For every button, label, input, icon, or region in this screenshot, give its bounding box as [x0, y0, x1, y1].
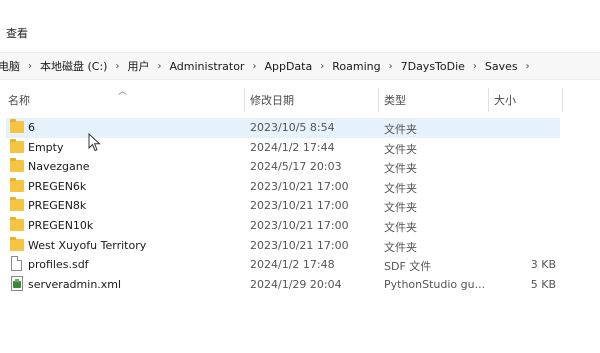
xml-icon — [11, 275, 23, 291]
breadcrumb-item[interactable]: 7DaysToDie — [399, 60, 467, 73]
menu-view[interactable]: 查看 — [6, 25, 28, 41]
breadcrumb-item[interactable]: 本地磁盘 (C:) — [38, 58, 109, 74]
menu-bar: 查看 — [0, 0, 600, 48]
file-date: 2024/1/29 20:04 — [250, 277, 342, 291]
column-size[interactable]: 大小 — [494, 92, 516, 108]
file-type: 文件夹 — [384, 123, 417, 136]
column-header: ︿ 名称 修改日期 类型 大小 — [0, 84, 600, 114]
breadcrumb: 电脑 › 本地磁盘 (C:) › 用户 › Administrator › AppData › Ro… — [0, 58, 536, 74]
file-row[interactable]: profiles.sdf 2024/1/2 17:48 SDF 文件 3 KB — [0, 255, 600, 275]
file-date: 2024/1/2 17:44 — [250, 140, 335, 154]
file-type: 文件夹 — [384, 162, 417, 176]
column-divider[interactable] — [244, 88, 245, 112]
chevron-right-icon[interactable]: › — [467, 61, 483, 72]
breadcrumb-item[interactable]: Roaming — [330, 60, 382, 73]
file-type: PythonStudio gu... — [384, 277, 484, 291]
chevron-right-icon[interactable]: › — [246, 61, 262, 72]
column-divider[interactable] — [562, 88, 563, 112]
file-name: PREGEN10k — [28, 219, 94, 232]
chevron-right-icon[interactable]: › — [383, 61, 399, 72]
file-type: 文件夹 — [384, 142, 417, 156]
column-date[interactable]: 修改日期 — [250, 92, 294, 108]
file-date: 2023/10/21 17:00 — [250, 219, 349, 232]
file-date: 2023/10/5 8:54 — [250, 121, 335, 134]
folder-icon — [10, 158, 24, 173]
chevron-right-icon[interactable]: › — [520, 61, 536, 72]
breadcrumb-item[interactable]: Administrator — [167, 60, 246, 73]
file-name: serveradmin.xml — [28, 277, 122, 291]
file-name: Empty — [28, 140, 64, 154]
breadcrumb-item[interactable]: 用户 — [125, 58, 151, 74]
file-name: profiles.sdf — [28, 258, 89, 272]
file-date: 2024/1/2 17:48 — [250, 258, 335, 272]
file-date: 2023/10/21 17:00 — [250, 179, 349, 193]
chevron-right-icon[interactable]: › — [314, 61, 330, 72]
file-size: 5 KB — [530, 277, 556, 291]
chevron-right-icon[interactable]: › — [109, 61, 125, 72]
column-divider[interactable] — [378, 88, 379, 112]
sort-up-icon: ︿ — [118, 87, 128, 97]
column-name[interactable]: 名称 — [8, 92, 30, 108]
chevron-right-icon[interactable]: › — [22, 61, 38, 72]
file-type: 文件夹 — [384, 221, 417, 234]
file-type: SDF 文件 — [384, 260, 432, 274]
file-name: PREGEN8k — [28, 199, 87, 213]
breadcrumb-item[interactable]: 电脑 — [0, 58, 22, 74]
address-bar[interactable]: 电脑 › 本地磁盘 (C:) › 用户 › Administrator › AppData › Ro… — [0, 52, 600, 80]
file-name: Navezgane — [28, 160, 90, 174]
file-type: 文件夹 — [384, 181, 417, 195]
folder-icon — [10, 236, 24, 251]
file-row[interactable]: Navezgane 2024/5/17 20:03 文件夹 — [0, 157, 600, 177]
file-date: 2023/10/21 17:00 — [250, 238, 349, 252]
folder-icon — [10, 119, 24, 133]
file-size: 3 KB — [530, 258, 556, 272]
file-row[interactable]: PREGEN10k 2023/10/21 17:00 文件夹 — [0, 216, 600, 236]
mouse-cursor-icon — [88, 133, 101, 152]
file-type: 文件夹 — [384, 240, 417, 254]
folder-icon — [10, 138, 24, 153]
file-type: 文件夹 — [384, 201, 417, 215]
folder-icon — [10, 217, 24, 231]
file-icon — [11, 256, 22, 272]
folder-icon — [10, 197, 24, 212]
column-type[interactable]: 类型 — [384, 92, 406, 108]
column-divider[interactable] — [488, 88, 489, 112]
chevron-right-icon[interactable]: › — [151, 61, 167, 72]
file-row[interactable]: serveradmin.xml 2024/1/29 20:04 PythonStud… — [0, 275, 600, 295]
file-name: 6 — [28, 121, 35, 134]
file-row[interactable]: West Xuyofu Territory 2023/10/21 17:00 文件夹 — [0, 236, 600, 256]
file-name: PREGEN6k — [28, 179, 87, 193]
breadcrumb-item[interactable]: Saves — [483, 60, 520, 73]
file-name: West Xuyofu Territory — [28, 238, 147, 252]
folder-icon — [10, 177, 24, 192]
file-row[interactable]: PREGEN8k 2023/10/21 17:00 文件夹 — [0, 196, 600, 216]
breadcrumb-item[interactable]: AppData — [262, 60, 314, 73]
file-date: 2024/5/17 20:03 — [250, 160, 342, 174]
file-date: 2023/10/21 17:00 — [250, 199, 349, 213]
file-row[interactable]: PREGEN6k 2023/10/21 17:00 文件夹 — [0, 177, 600, 197]
